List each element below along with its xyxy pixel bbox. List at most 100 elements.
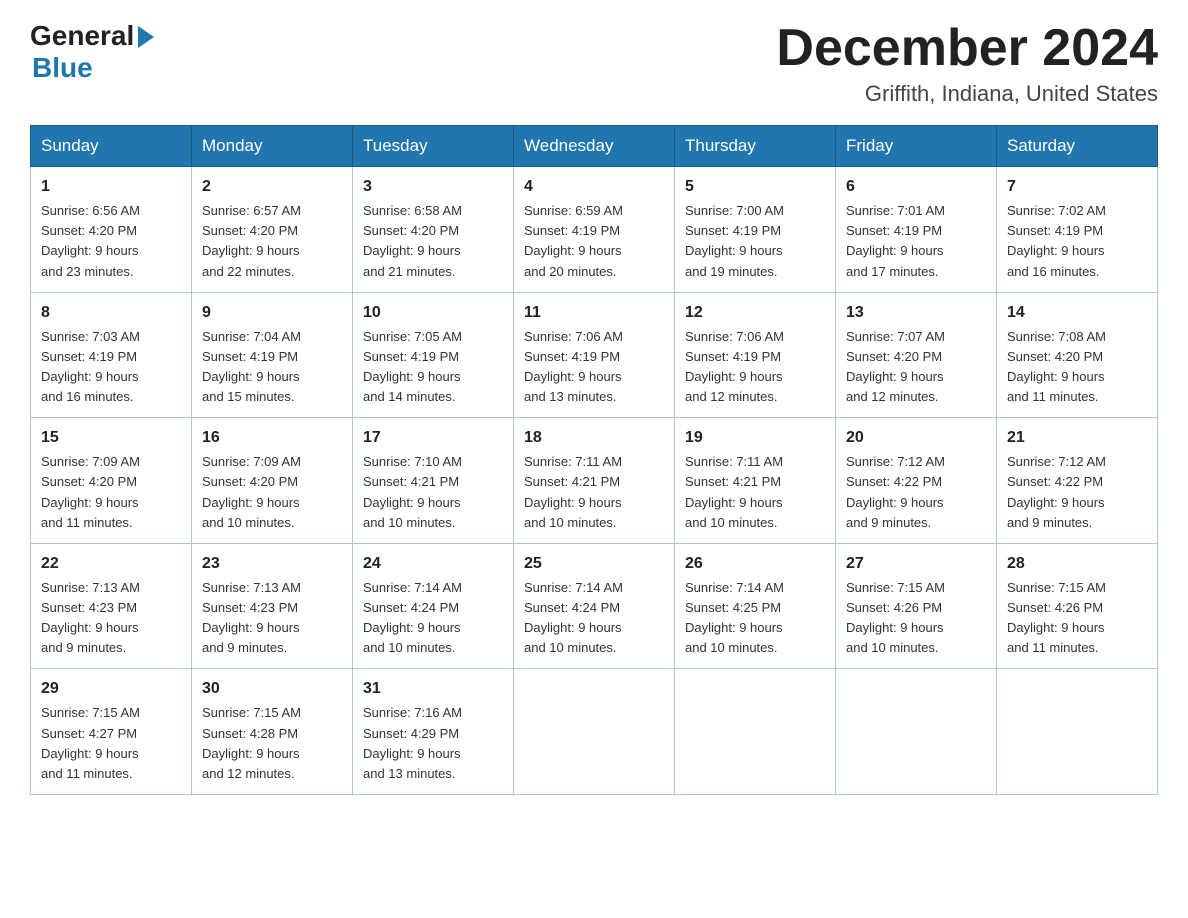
- day-number: 7: [1007, 175, 1147, 199]
- day-info: Sunrise: 6:59 AMSunset: 4:19 PMDaylight:…: [524, 201, 664, 282]
- calendar-cell: 4Sunrise: 6:59 AMSunset: 4:19 PMDaylight…: [514, 167, 675, 293]
- calendar-cell: 21Sunrise: 7:12 AMSunset: 4:22 PMDayligh…: [997, 418, 1158, 544]
- calendar-cell: 13Sunrise: 7:07 AMSunset: 4:20 PMDayligh…: [836, 292, 997, 418]
- calendar-table: SundayMondayTuesdayWednesdayThursdayFrid…: [30, 125, 1158, 795]
- day-info: Sunrise: 7:13 AMSunset: 4:23 PMDaylight:…: [202, 578, 342, 659]
- day-number: 4: [524, 175, 664, 199]
- day-number: 28: [1007, 552, 1147, 576]
- day-info: Sunrise: 7:08 AMSunset: 4:20 PMDaylight:…: [1007, 327, 1147, 408]
- calendar-cell: 20Sunrise: 7:12 AMSunset: 4:22 PMDayligh…: [836, 418, 997, 544]
- weekday-wednesday: Wednesday: [514, 126, 675, 167]
- day-info: Sunrise: 6:58 AMSunset: 4:20 PMDaylight:…: [363, 201, 503, 282]
- calendar-header: SundayMondayTuesdayWednesdayThursdayFrid…: [31, 126, 1158, 167]
- calendar-week-row: 1Sunrise: 6:56 AMSunset: 4:20 PMDaylight…: [31, 167, 1158, 293]
- day-number: 23: [202, 552, 342, 576]
- calendar-cell: [675, 669, 836, 795]
- day-info: Sunrise: 7:15 AMSunset: 4:26 PMDaylight:…: [846, 578, 986, 659]
- calendar-cell: [836, 669, 997, 795]
- location-title: Griffith, Indiana, United States: [776, 81, 1158, 107]
- weekday-friday: Friday: [836, 126, 997, 167]
- logo-blue: Blue: [32, 52, 93, 84]
- calendar-cell: 3Sunrise: 6:58 AMSunset: 4:20 PMDaylight…: [353, 167, 514, 293]
- calendar-cell: 27Sunrise: 7:15 AMSunset: 4:26 PMDayligh…: [836, 543, 997, 669]
- calendar-cell: [997, 669, 1158, 795]
- day-number: 21: [1007, 426, 1147, 450]
- page-header: General Blue December 2024 Griffith, Ind…: [30, 20, 1158, 107]
- calendar-cell: 26Sunrise: 7:14 AMSunset: 4:25 PMDayligh…: [675, 543, 836, 669]
- day-number: 8: [41, 301, 181, 325]
- calendar-week-row: 22Sunrise: 7:13 AMSunset: 4:23 PMDayligh…: [31, 543, 1158, 669]
- calendar-cell: 1Sunrise: 6:56 AMSunset: 4:20 PMDaylight…: [31, 167, 192, 293]
- calendar-cell: 18Sunrise: 7:11 AMSunset: 4:21 PMDayligh…: [514, 418, 675, 544]
- calendar-cell: 22Sunrise: 7:13 AMSunset: 4:23 PMDayligh…: [31, 543, 192, 669]
- day-info: Sunrise: 7:15 AMSunset: 4:28 PMDaylight:…: [202, 703, 342, 784]
- day-info: Sunrise: 7:12 AMSunset: 4:22 PMDaylight:…: [1007, 452, 1147, 533]
- day-info: Sunrise: 7:11 AMSunset: 4:21 PMDaylight:…: [685, 452, 825, 533]
- day-info: Sunrise: 7:02 AMSunset: 4:19 PMDaylight:…: [1007, 201, 1147, 282]
- calendar-cell: 8Sunrise: 7:03 AMSunset: 4:19 PMDaylight…: [31, 292, 192, 418]
- day-info: Sunrise: 7:11 AMSunset: 4:21 PMDaylight:…: [524, 452, 664, 533]
- day-info: Sunrise: 7:14 AMSunset: 4:24 PMDaylight:…: [363, 578, 503, 659]
- day-info: Sunrise: 7:05 AMSunset: 4:19 PMDaylight:…: [363, 327, 503, 408]
- day-info: Sunrise: 7:13 AMSunset: 4:23 PMDaylight:…: [41, 578, 181, 659]
- weekday-sunday: Sunday: [31, 126, 192, 167]
- calendar-cell: 19Sunrise: 7:11 AMSunset: 4:21 PMDayligh…: [675, 418, 836, 544]
- weekday-monday: Monday: [192, 126, 353, 167]
- calendar-week-row: 15Sunrise: 7:09 AMSunset: 4:20 PMDayligh…: [31, 418, 1158, 544]
- title-area: December 2024 Griffith, Indiana, United …: [776, 20, 1158, 107]
- day-info: Sunrise: 7:09 AMSunset: 4:20 PMDaylight:…: [41, 452, 181, 533]
- day-info: Sunrise: 6:57 AMSunset: 4:20 PMDaylight:…: [202, 201, 342, 282]
- day-info: Sunrise: 7:03 AMSunset: 4:19 PMDaylight:…: [41, 327, 181, 408]
- day-number: 24: [363, 552, 503, 576]
- calendar-cell: 10Sunrise: 7:05 AMSunset: 4:19 PMDayligh…: [353, 292, 514, 418]
- calendar-cell: 28Sunrise: 7:15 AMSunset: 4:26 PMDayligh…: [997, 543, 1158, 669]
- calendar-cell: 14Sunrise: 7:08 AMSunset: 4:20 PMDayligh…: [997, 292, 1158, 418]
- day-info: Sunrise: 7:00 AMSunset: 4:19 PMDaylight:…: [685, 201, 825, 282]
- day-number: 18: [524, 426, 664, 450]
- calendar-cell: 6Sunrise: 7:01 AMSunset: 4:19 PMDaylight…: [836, 167, 997, 293]
- day-number: 15: [41, 426, 181, 450]
- day-number: 30: [202, 677, 342, 701]
- day-number: 19: [685, 426, 825, 450]
- calendar-cell: 23Sunrise: 7:13 AMSunset: 4:23 PMDayligh…: [192, 543, 353, 669]
- logo-arrow-icon: [138, 26, 154, 48]
- calendar-cell: [514, 669, 675, 795]
- calendar-cell: 2Sunrise: 6:57 AMSunset: 4:20 PMDaylight…: [192, 167, 353, 293]
- calendar-cell: 17Sunrise: 7:10 AMSunset: 4:21 PMDayligh…: [353, 418, 514, 544]
- weekday-header-row: SundayMondayTuesdayWednesdayThursdayFrid…: [31, 126, 1158, 167]
- day-number: 20: [846, 426, 986, 450]
- calendar-cell: 7Sunrise: 7:02 AMSunset: 4:19 PMDaylight…: [997, 167, 1158, 293]
- day-number: 10: [363, 301, 503, 325]
- day-info: Sunrise: 7:07 AMSunset: 4:20 PMDaylight:…: [846, 327, 986, 408]
- logo-general: General: [30, 20, 134, 52]
- day-number: 6: [846, 175, 986, 199]
- day-number: 9: [202, 301, 342, 325]
- day-number: 12: [685, 301, 825, 325]
- day-info: Sunrise: 7:12 AMSunset: 4:22 PMDaylight:…: [846, 452, 986, 533]
- calendar-cell: 16Sunrise: 7:09 AMSunset: 4:20 PMDayligh…: [192, 418, 353, 544]
- day-info: Sunrise: 7:14 AMSunset: 4:24 PMDaylight:…: [524, 578, 664, 659]
- calendar-cell: 9Sunrise: 7:04 AMSunset: 4:19 PMDaylight…: [192, 292, 353, 418]
- day-info: Sunrise: 7:15 AMSunset: 4:26 PMDaylight:…: [1007, 578, 1147, 659]
- calendar-cell: 30Sunrise: 7:15 AMSunset: 4:28 PMDayligh…: [192, 669, 353, 795]
- month-title: December 2024: [776, 20, 1158, 77]
- day-info: Sunrise: 7:06 AMSunset: 4:19 PMDaylight:…: [685, 327, 825, 408]
- day-info: Sunrise: 7:09 AMSunset: 4:20 PMDaylight:…: [202, 452, 342, 533]
- day-number: 29: [41, 677, 181, 701]
- day-number: 31: [363, 677, 503, 701]
- calendar-cell: 5Sunrise: 7:00 AMSunset: 4:19 PMDaylight…: [675, 167, 836, 293]
- day-number: 14: [1007, 301, 1147, 325]
- calendar-cell: 29Sunrise: 7:15 AMSunset: 4:27 PMDayligh…: [31, 669, 192, 795]
- calendar-cell: 25Sunrise: 7:14 AMSunset: 4:24 PMDayligh…: [514, 543, 675, 669]
- day-info: Sunrise: 7:06 AMSunset: 4:19 PMDaylight:…: [524, 327, 664, 408]
- day-info: Sunrise: 7:10 AMSunset: 4:21 PMDaylight:…: [363, 452, 503, 533]
- day-number: 3: [363, 175, 503, 199]
- day-number: 17: [363, 426, 503, 450]
- day-number: 22: [41, 552, 181, 576]
- day-number: 16: [202, 426, 342, 450]
- day-info: Sunrise: 7:15 AMSunset: 4:27 PMDaylight:…: [41, 703, 181, 784]
- calendar-cell: 12Sunrise: 7:06 AMSunset: 4:19 PMDayligh…: [675, 292, 836, 418]
- calendar-week-row: 8Sunrise: 7:03 AMSunset: 4:19 PMDaylight…: [31, 292, 1158, 418]
- day-info: Sunrise: 7:16 AMSunset: 4:29 PMDaylight:…: [363, 703, 503, 784]
- calendar-body: 1Sunrise: 6:56 AMSunset: 4:20 PMDaylight…: [31, 167, 1158, 795]
